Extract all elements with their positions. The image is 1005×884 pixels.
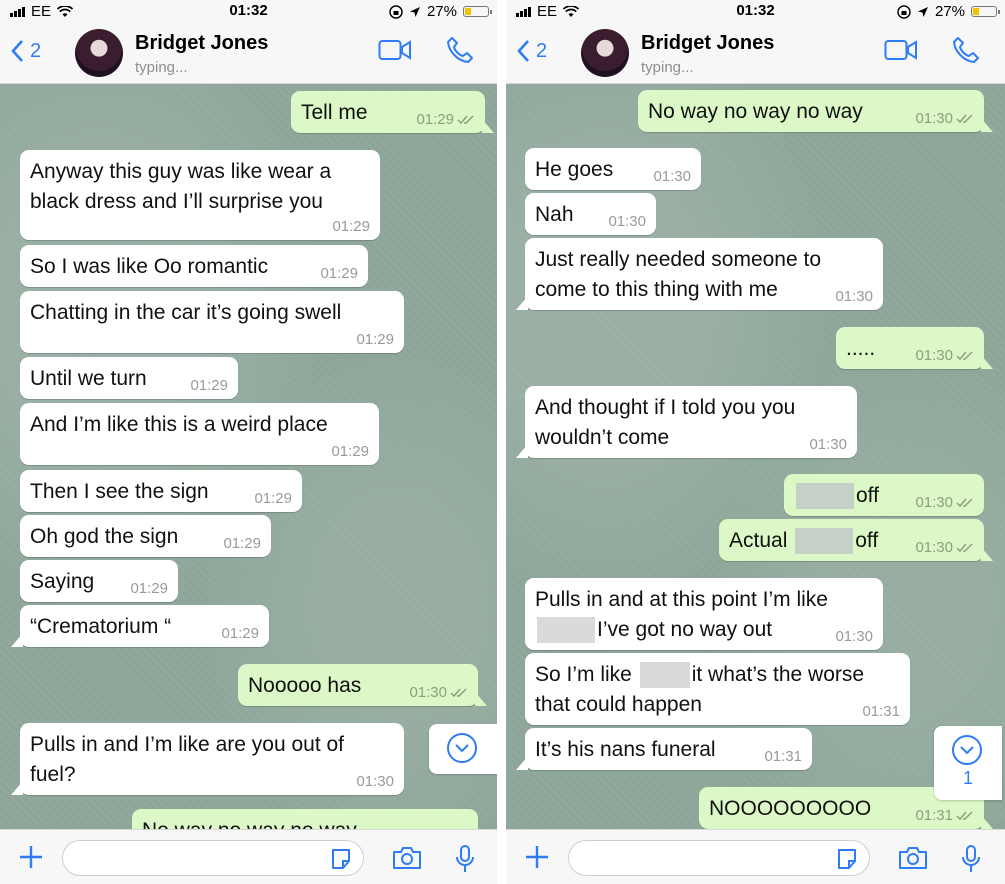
message-bubble[interactable]: “Crematorium “ 01:29 — [11, 605, 269, 647]
message-bubble[interactable]: And thought if I told you you wouldn’t c… — [516, 386, 857, 458]
battery-percent: 27% — [934, 3, 965, 20]
orientation-lock-icon — [389, 4, 403, 19]
video-call-icon[interactable] — [884, 38, 918, 62]
contact-status: typing... — [641, 59, 694, 76]
plus-icon[interactable] — [524, 844, 550, 870]
battery-percent: 27% — [426, 3, 457, 20]
redacted-word — [796, 483, 854, 510]
message-bubble[interactable]: Pulls in and at this point I’m like I’ve … — [525, 578, 883, 650]
orientation-lock-icon — [897, 4, 911, 19]
message-bubble[interactable]: Nah 01:30 — [525, 193, 656, 235]
back-button[interactable]: 2 — [10, 39, 41, 63]
read-ticks-icon — [956, 114, 973, 124]
message-bubble[interactable]: He goes 01:30 — [525, 148, 701, 190]
microphone-icon[interactable] — [455, 844, 475, 874]
sticker-icon[interactable] — [835, 847, 859, 871]
message-bubble[interactable]: off 01:30 — [784, 474, 984, 516]
redacted-word — [795, 528, 854, 555]
back-count: 2 — [30, 39, 42, 62]
message-bubble[interactable]: And I’m like this is a weird place 01:29 — [20, 403, 379, 465]
message-bubble[interactable]: Saying 01:29 — [20, 560, 178, 602]
message-list[interactable]: No way no way no way 01:30 He goes 01:30… — [506, 84, 1005, 830]
location-icon — [409, 6, 420, 17]
battery-icon — [971, 6, 1000, 17]
camera-icon[interactable] — [898, 846, 928, 870]
read-ticks-icon — [956, 498, 973, 508]
message-bubble[interactable]: Actual off 01:30 — [719, 519, 993, 561]
message-bubble[interactable]: No way no way no way — [132, 809, 478, 830]
status-bar: EE 01:32 27% — [506, 0, 1005, 22]
left-screenshot: EE 01:32 27% 2 Bridget Jones typing... T… — [0, 0, 497, 884]
message-bubble[interactable]: So I’m like it what’s the worse that coul… — [525, 653, 910, 725]
status-bar: EE 01:32 27% — [0, 0, 497, 22]
chevron-left-icon — [517, 40, 529, 62]
phone-icon[interactable] — [446, 36, 474, 64]
read-ticks-icon — [956, 811, 973, 821]
message-bubble[interactable]: Oh god the sign 01:29 — [20, 515, 271, 557]
plus-icon[interactable] — [18, 844, 44, 870]
chevron-down-icon — [952, 735, 982, 765]
screenshot-divider — [497, 0, 506, 884]
message-bubble[interactable]: Pulls in and I’m like are you out of fue… — [11, 723, 404, 795]
message-bubble[interactable]: Anyway this guy was like wear a black dr… — [20, 150, 380, 240]
message-bubble[interactable]: Until we turn 01:29 — [20, 357, 238, 399]
message-bubble[interactable]: No way no way no way 01:30 — [638, 90, 993, 132]
contact-name[interactable]: Bridget Jones — [641, 32, 774, 55]
input-bar — [0, 829, 497, 884]
microphone-icon[interactable] — [961, 844, 981, 874]
contact-name[interactable]: Bridget Jones — [135, 32, 268, 55]
message-bubble[interactable]: Tell me 01:29 — [291, 91, 494, 133]
camera-icon[interactable] — [392, 846, 422, 870]
phone-icon[interactable] — [952, 36, 980, 64]
location-icon — [917, 6, 928, 17]
chevron-down-icon — [447, 733, 477, 763]
read-ticks-icon — [457, 115, 474, 125]
input-bar — [506, 829, 1005, 884]
back-count: 2 — [536, 39, 548, 62]
video-call-icon[interactable] — [378, 38, 412, 62]
unread-count-badge: 1 — [962, 768, 973, 788]
scroll-to-bottom-button[interactable]: 1 — [934, 726, 1002, 800]
right-screenshot: EE 01:32 27% 2 Bridget Jones typing... N… — [506, 0, 1005, 884]
message-bubble[interactable]: Just really needed someone to come to th… — [516, 238, 883, 310]
read-ticks-icon — [956, 543, 973, 553]
avatar[interactable] — [75, 29, 123, 77]
battery-icon — [463, 6, 492, 17]
redacted-word — [537, 617, 595, 644]
message-bubble[interactable]: Chatting in the car it’s going swell 01:… — [20, 291, 404, 353]
sticker-icon[interactable] — [329, 847, 353, 871]
read-ticks-icon — [956, 351, 973, 361]
chevron-left-icon — [11, 40, 23, 62]
chat-header: 2 Bridget Jones typing... — [0, 22, 497, 84]
message-input[interactable] — [568, 840, 870, 876]
scroll-to-bottom-button[interactable] — [429, 724, 497, 774]
message-bubble[interactable]: It’s his nans funeral 01:31 — [516, 728, 812, 770]
message-bubble[interactable]: Nooooo has 01:30 — [238, 664, 487, 706]
redacted-word — [639, 662, 690, 689]
message-bubble[interactable]: ..... 01:30 — [836, 327, 993, 369]
contact-status: typing... — [135, 59, 188, 76]
message-list[interactable]: Tell me 01:29 Anyway this guy was like w… — [0, 84, 497, 830]
message-bubble[interactable]: Then I see the sign 01:29 — [20, 470, 302, 512]
avatar[interactable] — [581, 29, 629, 77]
read-ticks-icon — [450, 688, 467, 698]
back-button[interactable]: 2 — [516, 39, 547, 63]
message-bubble[interactable]: So I was like Oo romantic 01:29 — [20, 245, 368, 287]
message-input[interactable] — [62, 840, 364, 876]
chat-header: 2 Bridget Jones typing... — [506, 22, 1005, 84]
